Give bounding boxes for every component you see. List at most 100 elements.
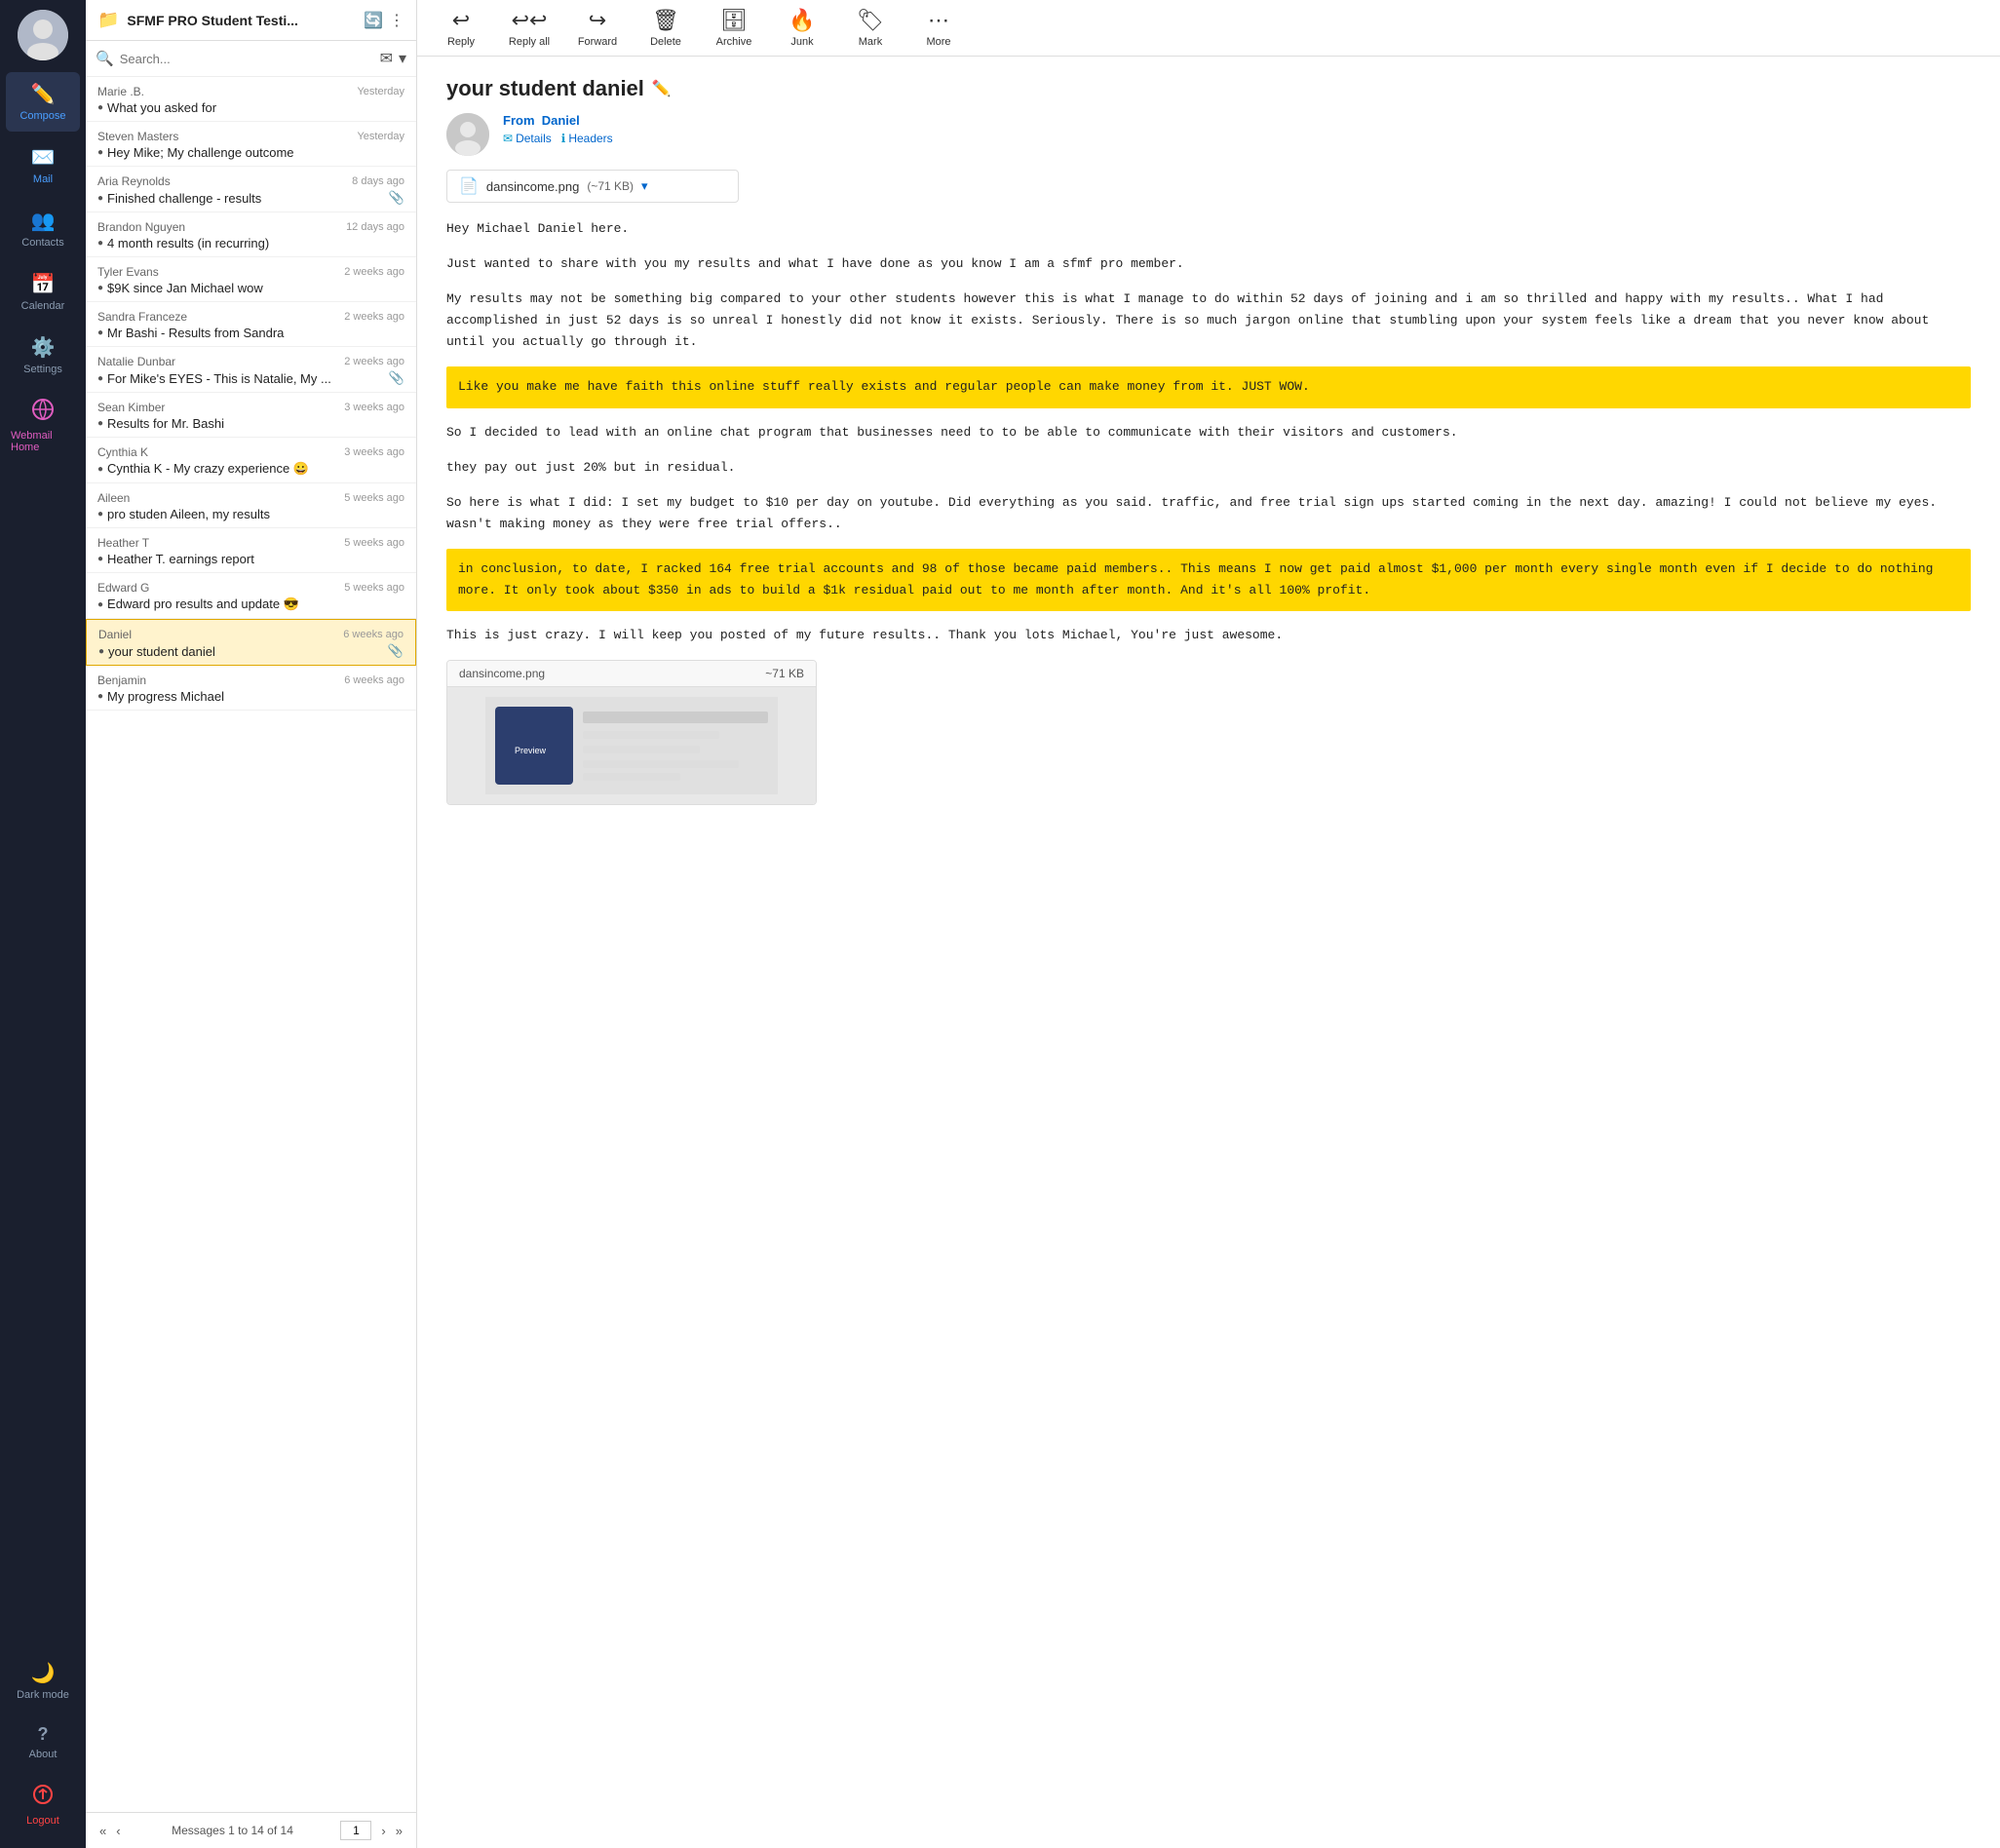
prev-page-button[interactable]: ‹ [112, 1822, 124, 1840]
attachment-dropdown-icon[interactable]: ▾ [641, 178, 648, 194]
sidebar-item-label: Webmail Home [11, 430, 75, 453]
list-footer: « ‹ Messages 1 to 14 of 14 › » [86, 1812, 416, 1848]
compose-icon: ✏️ [31, 82, 56, 106]
sidebar-item-webmail[interactable]: Webmail Home [6, 389, 80, 463]
webmail-icon [32, 399, 54, 426]
email-subject-title: your student daniel [446, 76, 644, 101]
email-sender: Heather T [97, 536, 149, 550]
from-label: From [503, 113, 535, 128]
email-date: 3 weeks ago [344, 446, 404, 458]
sidebar-item-contacts[interactable]: 👥 Contacts [6, 199, 80, 258]
unread-bullet: ● [97, 102, 103, 113]
search-bar: 🔍 ✉ ▾ [86, 41, 416, 77]
sidebar-item-dark-mode[interactable]: 🌙 Dark mode [6, 1651, 80, 1711]
email-para-3: My results may not be something big comp… [446, 289, 1971, 353]
sidebar: ✏️ Compose ✉️ Mail 👥 Contacts 📅 Calendar… [0, 0, 86, 1848]
page-number-input[interactable] [340, 1821, 371, 1840]
sidebar-item-label: About [29, 1749, 58, 1760]
edit-icon[interactable]: ✏️ [652, 79, 672, 98]
reply-all-label: Reply all [509, 36, 550, 48]
email-date: 3 weeks ago [344, 402, 404, 413]
forward-label: Forward [578, 36, 617, 48]
reply-all-button[interactable]: ↩↩ Reply all [505, 8, 554, 48]
more-button[interactable]: ⋯ More [914, 8, 963, 48]
email-list-item[interactable]: Brandon Nguyen 12 days ago ● 4 month res… [86, 212, 416, 257]
archive-label: Archive [716, 36, 752, 48]
about-icon: ? [38, 1724, 49, 1745]
email-content: ↩ Reply ↩↩ Reply all ↪ Forward 🗑 Delete … [417, 0, 2000, 1848]
details-label: Details [516, 132, 552, 145]
email-list-item[interactable]: Heather T 5 weeks ago ● Heather T. earni… [86, 528, 416, 573]
email-list-item[interactable]: Benjamin 6 weeks ago ● My progress Micha… [86, 666, 416, 711]
email-sender: Daniel [98, 628, 132, 641]
delete-button[interactable]: 🗑 Delete [641, 8, 690, 48]
email-list-item[interactable]: Sean Kimber 3 weeks ago ● Results for Mr… [86, 393, 416, 438]
envelope-filter-icon[interactable]: ✉ [380, 49, 393, 68]
sidebar-item-label: Calendar [21, 300, 65, 312]
email-date: 6 weeks ago [344, 674, 404, 686]
junk-button[interactable]: 🔥 Junk [778, 8, 827, 48]
sidebar-item-calendar[interactable]: 📅 Calendar [6, 262, 80, 322]
email-list-item[interactable]: Cynthia K 3 weeks ago ● Cynthia K - My c… [86, 438, 416, 483]
archive-button[interactable]: 🗄 Archive [710, 8, 758, 48]
email-sender: Natalie Dunbar [97, 355, 175, 368]
email-list-item[interactable]: Aileen 5 weeks ago ● pro studen Aileen, … [86, 483, 416, 528]
pagination-nav: « ‹ [96, 1822, 125, 1840]
email-subject: Hey Mike; My challenge outcome [107, 145, 404, 160]
email-sender: Brandon Nguyen [97, 220, 185, 234]
email-list-item[interactable]: Sandra Franceze 2 weeks ago ● Mr Bashi -… [86, 302, 416, 347]
sidebar-item-settings[interactable]: ⚙️ Settings [6, 326, 80, 385]
from-line: From Daniel [503, 113, 613, 128]
from-name: Daniel [542, 113, 580, 128]
attachment-file-icon: 📄 [459, 176, 479, 196]
email-list-item[interactable]: Aria Reynolds 8 days ago ● Finished chal… [86, 167, 416, 212]
headers-link[interactable]: ℹ Headers [561, 132, 613, 145]
mark-button[interactable]: 🏷 Mark [846, 8, 895, 48]
email-date: 5 weeks ago [344, 537, 404, 549]
sidebar-item-compose[interactable]: ✏️ Compose [6, 72, 80, 132]
attachment-name: dansincome.png [486, 179, 579, 194]
email-date: 2 weeks ago [344, 266, 404, 278]
highlight-block-2: in conclusion, to date, I racked 164 fre… [446, 549, 1971, 611]
email-subject: $9K since Jan Michael wow [107, 281, 404, 295]
email-list: Marie .B. Yesterday ● What you asked for… [86, 77, 416, 1812]
email-sender: Steven Masters [97, 130, 178, 143]
sidebar-item-logout[interactable]: Logout [6, 1774, 80, 1836]
highlight-text-1: Like you make me have faith this online … [458, 379, 1310, 394]
forward-button[interactable]: ↪ Forward [573, 8, 622, 48]
email-sender: Sandra Franceze [97, 310, 187, 324]
email-subject: pro studen Aileen, my results [107, 507, 404, 521]
refresh-icon[interactable]: 🔄 [364, 11, 383, 30]
first-page-button[interactable]: « [96, 1822, 110, 1840]
mark-label: Mark [859, 36, 882, 48]
details-link[interactable]: ✉ Details [503, 132, 552, 145]
email-subject: 4 month results (in recurring) [107, 236, 404, 250]
delete-icon: 🗑 [652, 8, 679, 33]
attachment-icon: 📎 [388, 643, 404, 659]
last-page-button[interactable]: » [392, 1822, 406, 1840]
reply-label: Reply [447, 36, 475, 48]
attachment-bar[interactable]: 📄 dansincome.png (~71 KB) ▾ [446, 170, 739, 203]
email-subject-header: your student daniel ✏️ [446, 76, 1971, 101]
archive-icon: 🗄 [720, 8, 748, 33]
sidebar-item-label: Mail [33, 173, 53, 185]
reply-button[interactable]: ↩ Reply [437, 8, 485, 48]
email-list-item[interactable]: Tyler Evans 2 weeks ago ● $9K since Jan … [86, 257, 416, 302]
dropdown-filter-icon[interactable]: ▾ [399, 49, 406, 68]
sidebar-item-about[interactable]: ? About [6, 1714, 80, 1770]
email-list-item[interactable]: Natalie Dunbar 2 weeks ago ● For Mike's … [86, 347, 416, 393]
sidebar-item-mail[interactable]: ✉️ Mail [6, 135, 80, 195]
email-list-item[interactable]: Edward G 5 weeks ago ● Edward pro result… [86, 573, 416, 619]
email-subject: Heather T. earnings report [107, 552, 404, 566]
svg-text:Preview: Preview [515, 746, 547, 755]
email-list-item[interactable]: Steven Masters Yesterday ● Hey Mike; My … [86, 122, 416, 167]
unread-bullet: ● [98, 646, 104, 657]
email-list-item[interactable]: Marie .B. Yesterday ● What you asked for [86, 77, 416, 122]
more-icon[interactable]: ⋮ [389, 11, 404, 30]
email-list-item[interactable]: Daniel 6 weeks ago ● your student daniel… [86, 619, 416, 666]
page-info: Messages 1 to 14 of 14 [131, 1824, 335, 1837]
unread-bullet: ● [97, 238, 103, 249]
email-para-5: they pay out just 20% but in residual. [446, 457, 1971, 479]
search-input[interactable] [120, 52, 374, 66]
next-page-button[interactable]: › [377, 1822, 389, 1840]
